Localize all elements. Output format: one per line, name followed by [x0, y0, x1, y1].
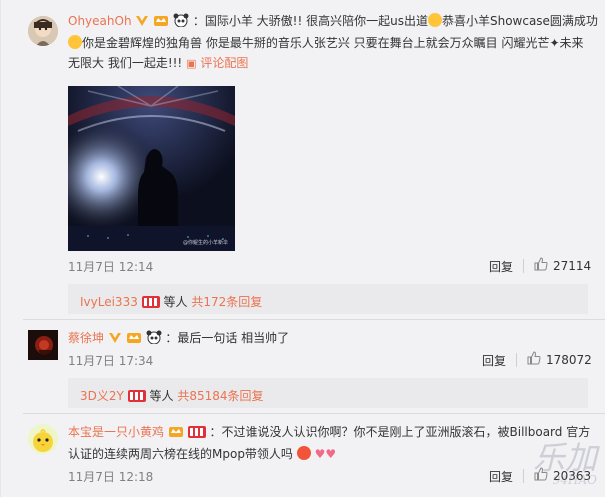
sparkle-icon: ✦ — [549, 36, 560, 50]
sub-reply-user[interactable]: 3D义2Y — [80, 389, 124, 403]
comment-image[interactable]: @你鲲生的小羊新伞 — [68, 86, 235, 251]
reply-button[interactable]: 回复 — [489, 468, 513, 485]
panda-icon — [173, 13, 189, 33]
cheer-emoji-icon — [68, 35, 82, 49]
sub-reply-user[interactable]: IvyLei333 — [80, 295, 138, 309]
divider — [516, 353, 517, 367]
comment-time: 11月7日 12:18 — [68, 470, 154, 484]
comment-text-line2: 认证的连续两周六榜在线的Mpop带领人吗 — [68, 447, 293, 461]
image-icon: ▣ — [186, 57, 197, 70]
cheer-emoji-icon — [427, 13, 442, 27]
thumbs-up-icon — [534, 467, 548, 484]
user-name[interactable]: OhyeahOh — [68, 14, 132, 28]
like-button[interactable]: 178072 — [527, 351, 592, 368]
reply-button[interactable]: 回复 — [482, 352, 506, 369]
angry-emoji-icon — [296, 446, 311, 460]
vip-crown-icon — [153, 13, 169, 33]
like-button[interactable]: 20363 — [534, 467, 591, 484]
vip-badge-icon — [141, 294, 160, 314]
comment-item: OhyeahOh ：国际小羊 大骄傲!! 很高兴陪你一起us出道 恭喜小羊Show… — [1, 0, 605, 320]
like-count: 27114 — [553, 258, 592, 273]
user-name[interactable]: 蔡徐坤 — [68, 331, 104, 345]
avatar[interactable] — [28, 330, 58, 360]
verified-icon — [135, 13, 149, 33]
vip-badge-icon — [127, 388, 146, 408]
comment-text: ：国际小羊 大骄傲!! 很高兴陪你一起us出道 — [192, 14, 428, 28]
comment-time: 11月7日 17:34 — [68, 354, 154, 368]
like-count: 178072 — [546, 352, 592, 367]
sub-reply-count[interactable]: 共172条回复 — [191, 295, 262, 309]
sub-reply-count[interactable]: 共85184条回复 — [177, 389, 263, 403]
comment-time: 11月7日 12:14 — [68, 260, 154, 274]
divider — [523, 469, 524, 483]
like-count: 20363 — [553, 468, 592, 483]
vip-crown-icon — [126, 330, 142, 350]
comment-image-link[interactable]: ▣ 评论配图 — [186, 56, 248, 70]
thumbs-up-icon — [527, 351, 541, 368]
comment-item: 蔡徐坤 ：最后一句话 相当帅了 11月7日 17:34 回复 178072 3D… — [1, 320, 605, 410]
comment-text-line3: 无限大 我们一起走!!! — [68, 56, 183, 70]
vip-crown-icon — [168, 424, 184, 444]
sub-reply-text: 等人 — [149, 389, 174, 403]
avatar[interactable] — [28, 16, 58, 46]
like-button[interactable]: 27114 — [534, 257, 591, 274]
vip-badge-icon — [187, 424, 206, 444]
verified-icon — [108, 330, 122, 350]
sub-reply-summary[interactable]: IvyLei333 等人 共172条回复 — [68, 284, 588, 314]
comment-item: 本宝是一只小黄鸡 ：不过谁说没人认识你啊？你不是刚上了亚洲版滚石，被Billbo… — [1, 414, 605, 497]
image-watermark: @你鲲生的小羊新伞 — [183, 239, 228, 246]
sub-reply-summary[interactable]: 3D义2Y 等人 共85184条回复 — [68, 378, 588, 408]
thumbs-up-icon — [534, 257, 548, 274]
sub-reply-text: 等人 — [163, 295, 188, 309]
comment-text-line2: 你是金碧辉煌的独角兽 你是最牛掰的音乐人张艺兴 只要在舞台上就会万众瞩目 闪耀光… — [82, 36, 550, 50]
reply-button[interactable]: 回复 — [489, 258, 513, 275]
comment-text-line2b: 未来 — [559, 36, 584, 50]
user-name[interactable]: 本宝是一只小黄鸡 — [68, 425, 164, 439]
comment-text: ：不过谁说没人认识你啊？你不是刚上了亚洲版滚石，被Billboard 官方 — [209, 425, 591, 439]
comment-text-cont: 恭喜小羊Showcase圆满成功 — [441, 14, 598, 28]
divider — [523, 259, 524, 273]
comment-list: OhyeahOh ：国际小羊 大骄傲!! 很高兴陪你一起us出道 恭喜小羊Show… — [0, 0, 605, 497]
hearts-icon: ♥♥ — [314, 447, 337, 461]
comment-text: ：最后一句话 相当帅了 — [165, 331, 290, 345]
avatar[interactable] — [28, 424, 58, 454]
panda-icon — [146, 330, 162, 350]
